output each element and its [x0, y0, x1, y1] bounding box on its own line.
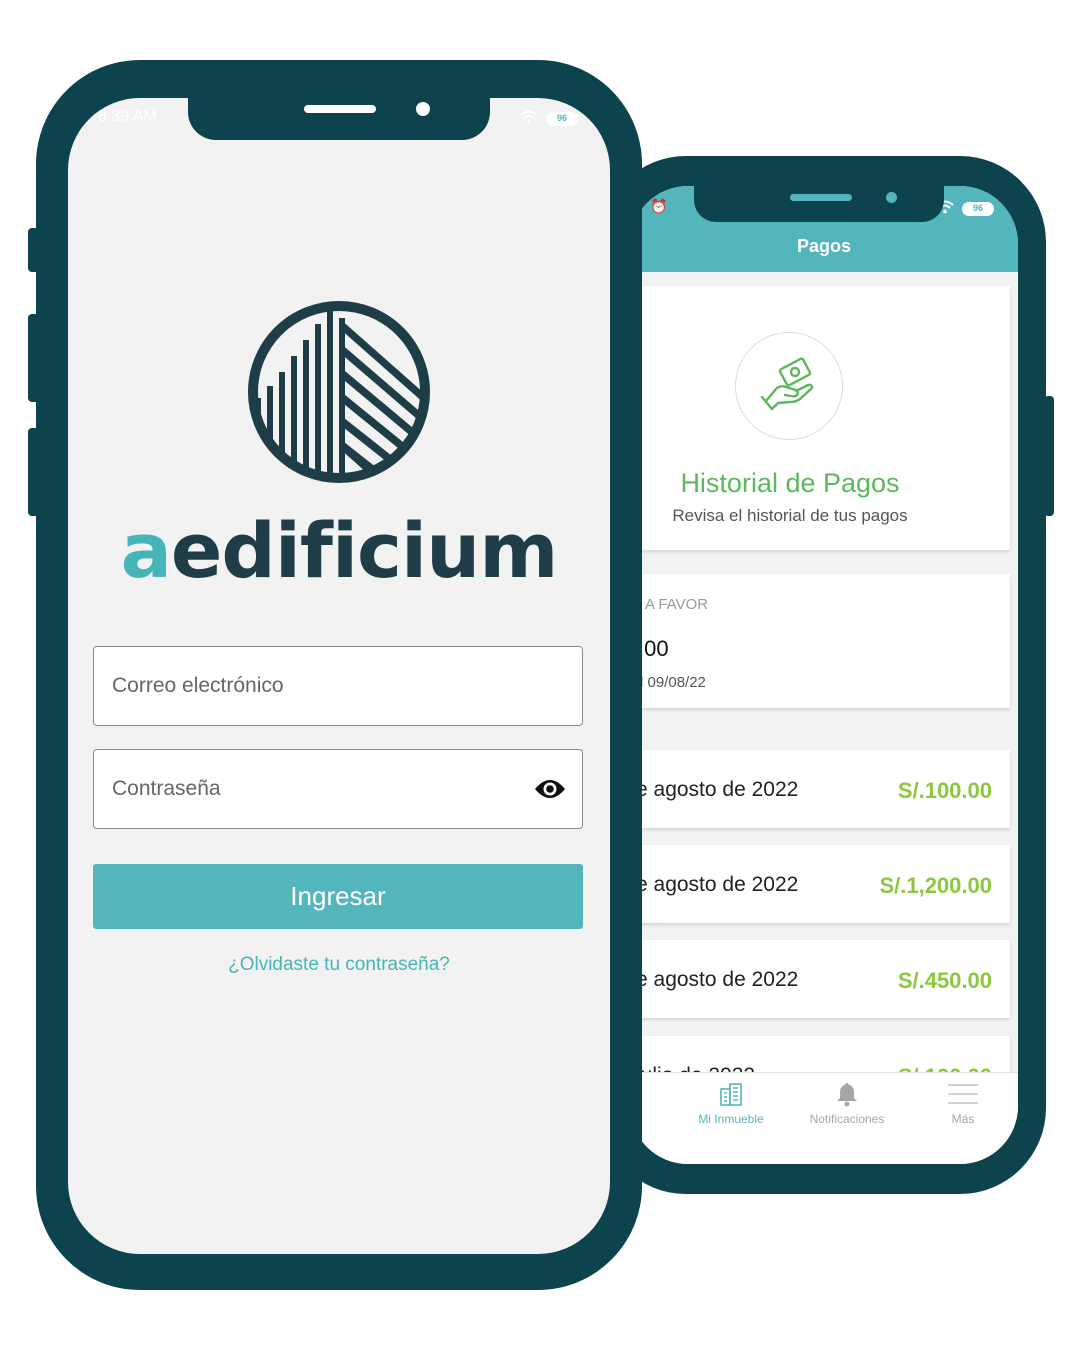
history-icon-circle — [735, 332, 843, 440]
eye-icon[interactable] — [534, 777, 566, 801]
payments-screen: ⏰ ▮ 96 Pagos — [630, 186, 1018, 1164]
bell-icon — [837, 1083, 857, 1107]
page-title: Pagos — [796, 236, 852, 256]
cash-hand-icon — [760, 357, 814, 411]
nav-item-mas[interactable]: Más — [908, 1081, 1018, 1126]
speaker-grille — [790, 194, 852, 201]
payments-header: ⏰ ▮ 96 Pagos — [630, 186, 1018, 272]
speaker-grille — [304, 105, 376, 113]
phone-notch — [694, 186, 944, 222]
status-bar-icons: 96 — [520, 110, 578, 127]
brand-prefix: a — [120, 506, 172, 595]
battery-icon: 96 — [962, 201, 994, 216]
balance-date: l 09/08/22 — [640, 674, 706, 691]
login-button[interactable]: Ingresar — [93, 864, 583, 929]
menu-icon — [948, 1084, 978, 1104]
brand-rest: edificium — [170, 506, 559, 595]
forgot-password-link[interactable]: ¿Olvidaste tu contraseña? — [68, 954, 610, 976]
payment-amount: S/.1,200.00 — [879, 873, 992, 898]
balance-label: A FAVOR — [645, 596, 709, 613]
nav-label: Más — [951, 1112, 975, 1126]
payment-amount: S/.450.00 — [897, 968, 992, 993]
payment-row[interactable]: e agosto de 2022 S/.450.00 — [630, 940, 1010, 1018]
front-camera — [416, 102, 430, 116]
payment-history-card[interactable]: Historial de Pagos Revisa el historial d… — [630, 286, 1010, 550]
nav-item-mi-inmueble[interactable]: Mi Inmueble — [676, 1081, 786, 1126]
front-camera — [886, 192, 897, 203]
login-phone: 8:39 AM 96 aedificium Correo electrónico… — [28, 60, 642, 1290]
battery-icon: 96 — [546, 111, 578, 126]
phone-notch — [188, 98, 490, 140]
password-field[interactable] — [112, 750, 512, 828]
payment-date: e agosto de 2022 — [636, 968, 799, 991]
payment-row[interactable]: julio de 2022 S/.100.00 — [630, 1036, 1010, 1076]
payment-date: e agosto de 2022 — [636, 778, 799, 801]
aedificium-logo-icon — [248, 301, 430, 483]
bottom-navigation: Mi Inmueble Notificaciones Más — [630, 1072, 1018, 1164]
alarm-icon: ⏰ — [650, 198, 668, 214]
status-time: 8:39 AM — [98, 108, 157, 125]
payment-amount: S/.100.00 — [897, 778, 992, 803]
volume-up-button — [28, 314, 40, 402]
nav-label: Notificaciones — [809, 1112, 885, 1126]
building-icon — [720, 1083, 742, 1106]
history-subtitle: Revisa el historial de tus pagos — [672, 506, 908, 525]
nav-label: Mi Inmueble — [698, 1112, 764, 1126]
nav-item-notificaciones[interactable]: Notificaciones — [792, 1081, 902, 1126]
payments-phone: ⏰ ▮ 96 Pagos — [600, 156, 1054, 1194]
password-field-container — [93, 749, 583, 829]
payment-row[interactable]: e agosto de 2022 S/.100.00 — [630, 750, 1010, 828]
payment-date: e agosto de 2022 — [636, 873, 799, 896]
email-field[interactable] — [112, 647, 512, 725]
mute-switch — [28, 228, 40, 272]
email-field-container — [93, 646, 583, 726]
login-screen: 8:39 AM 96 aedificium Correo electrónico… — [68, 98, 610, 1254]
history-title: Historial de Pagos — [680, 468, 900, 498]
balance-amount: .00 — [638, 636, 669, 661]
wifi-icon — [520, 110, 538, 127]
power-button — [1044, 396, 1054, 516]
balance-card: A FAVOR .00 l 09/08/22 — [630, 574, 1010, 708]
brand-wordmark: aedificium — [68, 506, 610, 595]
volume-down-button — [28, 428, 40, 516]
payment-row[interactable]: e agosto de 2022 S/.1,200.00 — [630, 845, 1010, 923]
